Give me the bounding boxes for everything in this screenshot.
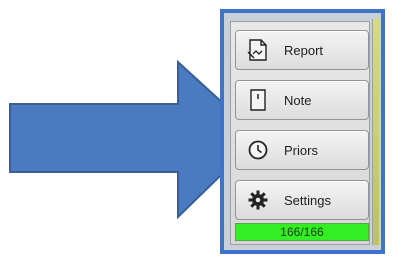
side-panel: Report Note Priors Settings 166/166: [220, 9, 385, 254]
clock-icon: [242, 130, 274, 170]
report-button[interactable]: Report: [235, 30, 369, 70]
study-counter: 166/166: [235, 223, 369, 241]
gear-icon: [242, 180, 274, 220]
settings-label: Settings: [284, 192, 331, 208]
side-strip: [372, 19, 379, 245]
note-icon: [242, 80, 274, 120]
report-label: Report: [284, 42, 324, 58]
priors-label: Priors: [284, 142, 318, 158]
settings-button[interactable]: Settings: [235, 180, 369, 220]
note-label: Note: [284, 92, 312, 108]
screenshot-stage: Report Note Priors Settings 166/166: [0, 0, 394, 266]
priors-button[interactable]: Priors: [235, 130, 369, 170]
button-column: Report Note Priors Settings 166/166: [230, 21, 370, 245]
report-icon: [242, 30, 274, 70]
note-button[interactable]: Note: [235, 80, 369, 120]
